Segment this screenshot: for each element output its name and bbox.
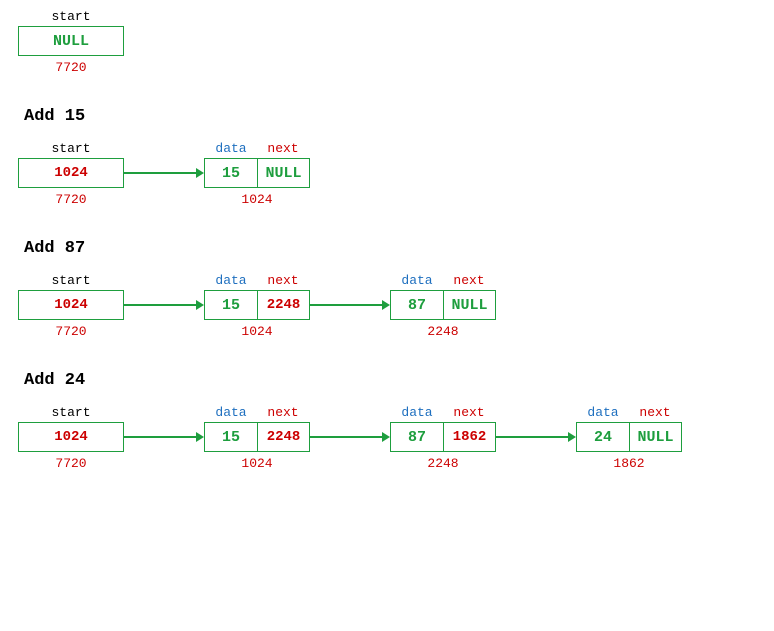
node-next: NULL <box>443 291 495 319</box>
start-value: 1024 <box>19 159 123 187</box>
start-label: start <box>51 404 90 422</box>
next-label: next <box>443 272 495 290</box>
node-address: 1024 <box>241 192 272 207</box>
next-label: next <box>257 404 309 422</box>
arrow-icon <box>124 158 204 188</box>
step-row: start 1024 7720 data next 15 NULL 1024 <box>18 140 774 207</box>
start-address: 7720 <box>55 192 86 207</box>
node-next: NULL <box>629 423 681 451</box>
start-pointer: start NULL 7720 <box>18 8 124 75</box>
data-label: data <box>205 404 257 422</box>
step-title: Add 24 <box>24 371 774 390</box>
node-next: 2248 <box>257 423 309 451</box>
data-label: data <box>391 272 443 290</box>
data-label: data <box>205 140 257 158</box>
node-address: 1862 <box>613 456 644 471</box>
start-address: 7720 <box>55 60 86 75</box>
start-label: start <box>51 8 90 26</box>
list-node: data next 87 1862 2248 <box>390 404 496 471</box>
node-data: 15 <box>205 423 257 451</box>
list-node: data next 15 NULL 1024 <box>204 140 310 207</box>
arrow-icon <box>124 422 204 452</box>
node-data: 15 <box>205 159 257 187</box>
start-value: NULL <box>19 27 123 55</box>
diagram-step: Add 15 start 1024 7720 data next 15 NULL… <box>18 107 774 207</box>
diagram-step: start NULL 7720 <box>18 8 774 75</box>
start-value: 1024 <box>19 423 123 451</box>
step-row: start NULL 7720 <box>18 8 774 75</box>
node-data: 87 <box>391 423 443 451</box>
linked-list-diagram: start NULL 7720 Add 15 start 1024 7720 d… <box>18 8 774 471</box>
start-label: start <box>51 140 90 158</box>
start-pointer: start 1024 7720 <box>18 140 124 207</box>
data-label: data <box>205 272 257 290</box>
list-node: data next 24 NULL 1862 <box>576 404 682 471</box>
node-data: 87 <box>391 291 443 319</box>
arrow-icon <box>310 422 390 452</box>
node-next: 1862 <box>443 423 495 451</box>
arrow-icon <box>496 422 576 452</box>
next-label: next <box>257 272 309 290</box>
step-title: Add 87 <box>24 239 774 258</box>
next-label: next <box>257 140 309 158</box>
list-node: data next 87 NULL 2248 <box>390 272 496 339</box>
node-address: 2248 <box>427 324 458 339</box>
start-label: start <box>51 272 90 290</box>
node-address: 2248 <box>427 456 458 471</box>
node-next: 2248 <box>257 291 309 319</box>
node-next: NULL <box>257 159 309 187</box>
node-address: 1024 <box>241 456 272 471</box>
start-value: 1024 <box>19 291 123 319</box>
diagram-step: Add 87 start 1024 7720 data next 15 2248… <box>18 239 774 339</box>
list-node: data next 15 2248 1024 <box>204 272 310 339</box>
data-label: data <box>577 404 629 422</box>
next-label: next <box>629 404 681 422</box>
next-label: next <box>443 404 495 422</box>
data-label: data <box>391 404 443 422</box>
node-data: 15 <box>205 291 257 319</box>
step-row: start 1024 7720 data next 15 2248 1024 d… <box>18 404 774 471</box>
start-address: 7720 <box>55 324 86 339</box>
step-row: start 1024 7720 data next 15 2248 1024 d… <box>18 272 774 339</box>
start-pointer: start 1024 7720 <box>18 272 124 339</box>
start-address: 7720 <box>55 456 86 471</box>
start-pointer: start 1024 7720 <box>18 404 124 471</box>
list-node: data next 15 2248 1024 <box>204 404 310 471</box>
arrow-icon <box>310 290 390 320</box>
diagram-step: Add 24 start 1024 7720 data next 15 2248… <box>18 371 774 471</box>
arrow-icon <box>124 290 204 320</box>
node-data: 24 <box>577 423 629 451</box>
step-title: Add 15 <box>24 107 774 126</box>
node-address: 1024 <box>241 324 272 339</box>
